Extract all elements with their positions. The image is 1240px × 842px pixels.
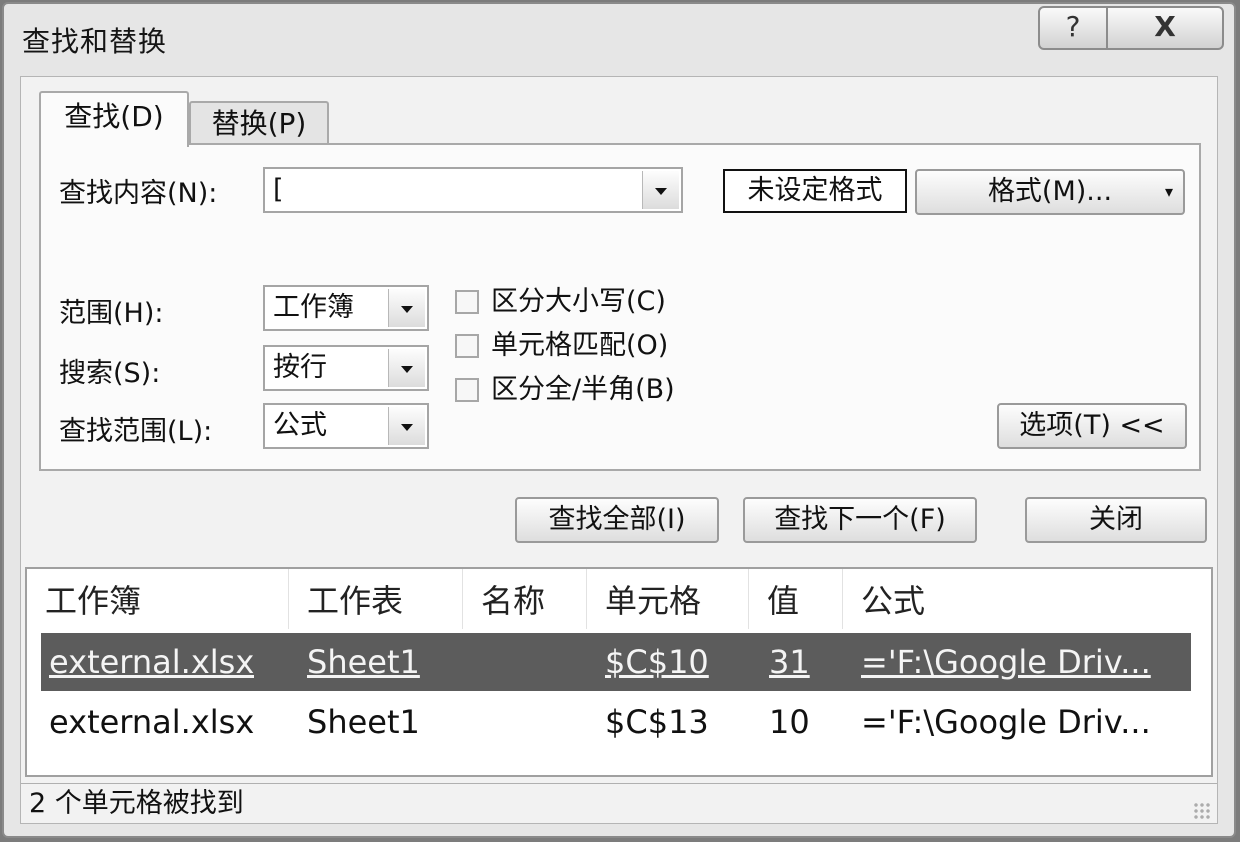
column-header-name[interactable]: 名称 — [463, 569, 587, 629]
tab-replace[interactable]: 替换(P) — [189, 101, 329, 145]
scope-select[interactable]: 工作簿 — [263, 285, 429, 331]
cell-workbook: external.xlsx — [49, 643, 255, 681]
results-list[interactable]: 工作簿 工作表 名称 单元格 值 公式 external.xlsx Sheet1… — [25, 567, 1213, 777]
cell-address: $C$13 — [605, 703, 709, 741]
search-order-value: 按行 — [273, 352, 327, 383]
cell-value: 31 — [769, 643, 810, 681]
dropdown-caret-icon: ▾ — [1164, 182, 1173, 201]
dialog-title: 查找和替换 — [22, 25, 168, 58]
cell-sheet: Sheet1 — [307, 703, 420, 741]
results-count: 2 个单元格被找到 — [29, 788, 244, 819]
cell-workbook: external.xlsx — [49, 703, 255, 741]
find-next-button[interactable]: 查找下一个(F) — [743, 497, 977, 543]
column-header-workbook[interactable]: 工作簿 — [27, 569, 289, 629]
match-entire-cell-checkbox[interactable]: 单元格匹配(O) — [455, 329, 715, 365]
help-button[interactable]: ? — [1038, 6, 1108, 50]
checkbox-box[interactable] — [455, 378, 479, 402]
help-icon: ? — [1065, 10, 1081, 43]
close-icon: X — [1154, 10, 1176, 43]
options-toggle-button[interactable]: 选项(T) << — [997, 403, 1187, 449]
table-row[interactable]: external.xlsx Sheet1 $C$10 31 ='F:\Googl… — [41, 633, 1191, 691]
look-in-label: 查找范围(L): — [59, 416, 213, 447]
find-panel: 查找内容(N): [ 未设定格式 格式(M)... ▾ 范围(H): 工作簿 搜… — [39, 143, 1201, 471]
tab-find[interactable]: 查找(D) — [39, 91, 189, 147]
match-entire-cell-label: 单元格匹配(O) — [491, 330, 669, 361]
results-header: 工作簿 工作表 名称 单元格 值 公式 — [27, 569, 1211, 629]
cell-value: 10 — [769, 703, 810, 741]
find-what-input[interactable]: [ — [263, 167, 683, 213]
cell-address: $C$10 — [605, 643, 709, 681]
look-in-select[interactable]: 公式 — [263, 403, 429, 449]
find-what-value: [ — [273, 174, 284, 205]
cell-sheet: Sheet1 — [307, 643, 420, 681]
chevron-down-icon[interactable] — [642, 171, 679, 209]
close-button[interactable]: 关闭 — [1025, 497, 1207, 543]
column-header-value[interactable]: 值 — [749, 569, 843, 629]
chevron-down-icon[interactable] — [388, 289, 425, 327]
format-status-preview: 未设定格式 — [723, 169, 907, 213]
scope-value: 工作簿 — [273, 292, 354, 323]
checkbox-box[interactable] — [455, 334, 479, 358]
checkbox-box[interactable] — [455, 290, 479, 314]
title-bar: 查找和替换 ? X — [4, 4, 1234, 74]
format-button[interactable]: 格式(M)... ▾ — [915, 169, 1185, 215]
search-order-select[interactable]: 按行 — [263, 345, 429, 391]
find-what-label: 查找内容(N): — [59, 178, 218, 209]
search-order-label: 搜索(S): — [59, 358, 161, 389]
dialog-client-area: 查找(D) 替换(P) 查找内容(N): [ 未设定格式 格式(M)... ▾ … — [20, 76, 1218, 824]
column-header-cell[interactable]: 单元格 — [587, 569, 749, 629]
chevron-down-icon[interactable] — [388, 407, 425, 445]
match-case-checkbox[interactable]: 区分大小写(C) — [455, 285, 715, 321]
status-bar: 2 个单元格被找到 — [21, 783, 1217, 824]
format-button-label: 格式(M)... — [987, 176, 1113, 207]
find-replace-dialog: 查找和替换 ? X 查找(D) 替换(P) 查找内容(N): [ 未设定格式 格… — [2, 2, 1236, 838]
column-header-formula[interactable]: 公式 — [843, 569, 1211, 629]
match-byte-width-label: 区分全/半角(B) — [491, 374, 675, 405]
column-header-sheet[interactable]: 工作表 — [289, 569, 463, 629]
resize-grip-icon[interactable] — [1193, 802, 1211, 820]
table-row[interactable]: external.xlsx Sheet1 $C$13 10 ='F:\Googl… — [41, 693, 1191, 751]
cell-formula: ='F:\Google Driv... — [861, 643, 1151, 681]
match-byte-width-checkbox[interactable]: 区分全/半角(B) — [455, 373, 715, 409]
chevron-down-icon[interactable] — [388, 349, 425, 387]
find-all-button[interactable]: 查找全部(I) — [515, 497, 719, 543]
look-in-value: 公式 — [273, 410, 327, 441]
close-window-button[interactable]: X — [1106, 6, 1224, 50]
match-case-label: 区分大小写(C) — [491, 286, 666, 317]
cell-formula: ='F:\Google Driv... — [861, 703, 1151, 741]
scope-label: 范围(H): — [59, 298, 164, 329]
